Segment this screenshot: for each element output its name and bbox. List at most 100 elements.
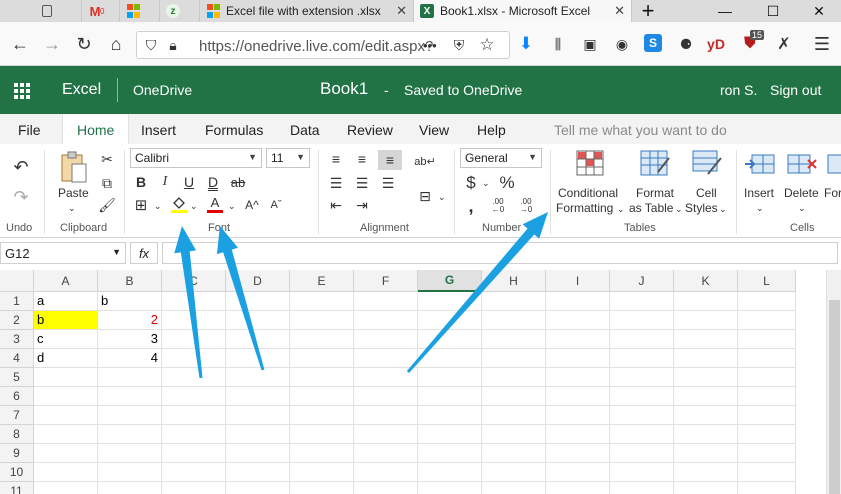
address-bar[interactable]: ⛉ 🔒︎ https://onedrive.live.com/edit.aspx… bbox=[136, 31, 510, 59]
tab-book1-active[interactable]: X Book1.xlsx - Microsoft Excel ✕ bbox=[414, 0, 632, 22]
paste-dropdown-icon[interactable]: ⌄ bbox=[68, 201, 76, 216]
chevron-down-icon[interactable]: ⌄ bbox=[617, 202, 625, 217]
chevron-down-icon[interactable]: ⌄ bbox=[482, 176, 490, 191]
cell-d4[interactable] bbox=[226, 349, 290, 368]
tab-microsoft[interactable] bbox=[120, 0, 160, 22]
column-header-l[interactable]: L bbox=[738, 270, 796, 292]
font-name-select[interactable]: Calibri ▼ bbox=[130, 148, 262, 168]
cell-d3[interactable] bbox=[226, 330, 290, 349]
cell-k8[interactable] bbox=[674, 425, 738, 444]
formula-input[interactable] bbox=[162, 242, 838, 264]
column-header-g[interactable]: G bbox=[418, 270, 482, 292]
cell-d10[interactable] bbox=[226, 463, 290, 482]
onedrive-link[interactable]: OneDrive bbox=[133, 82, 192, 98]
cell-g8[interactable] bbox=[418, 425, 482, 444]
cell-d11[interactable] bbox=[226, 482, 290, 494]
align-bottom-icon[interactable]: ≡ bbox=[378, 150, 402, 170]
column-header-a[interactable]: A bbox=[34, 270, 98, 292]
select-all-corner[interactable] bbox=[0, 270, 34, 292]
tab-gmail[interactable]: M 0 bbox=[82, 0, 120, 22]
cell-c7[interactable] bbox=[162, 406, 226, 425]
cell-g3[interactable] bbox=[418, 330, 482, 349]
align-center-icon[interactable]: ☰ bbox=[352, 174, 372, 192]
cell-l11[interactable] bbox=[738, 482, 796, 494]
increase-indent-icon[interactable]: ⇥ bbox=[352, 196, 372, 214]
tab-home[interactable]: Home bbox=[62, 114, 130, 144]
cell-c6[interactable] bbox=[162, 387, 226, 406]
chevron-down-icon[interactable]: ⌄ bbox=[190, 199, 198, 214]
cell-f3[interactable] bbox=[354, 330, 418, 349]
cell-e1[interactable] bbox=[290, 292, 354, 311]
cell-l1[interactable] bbox=[738, 292, 796, 311]
currency-button[interactable]: $ bbox=[462, 172, 480, 194]
cell-a5[interactable] bbox=[34, 368, 98, 387]
cell-g11[interactable] bbox=[418, 482, 482, 494]
row-header-3[interactable]: 3 bbox=[0, 330, 34, 349]
cell-a1[interactable]: a bbox=[34, 292, 98, 311]
back-icon[interactable]: ← bbox=[8, 32, 32, 56]
undo-icon[interactable]: ↶ bbox=[10, 156, 32, 178]
cell-k9[interactable] bbox=[674, 444, 738, 463]
cell-g2[interactable] bbox=[418, 311, 482, 330]
format-as-table-label-1[interactable]: Format bbox=[636, 186, 674, 201]
tab-data[interactable]: Data bbox=[290, 122, 320, 138]
cell-d5[interactable] bbox=[226, 368, 290, 387]
extension-dots-icon[interactable]: ⚈ bbox=[676, 34, 696, 54]
app-name[interactable]: Excel bbox=[62, 81, 101, 99]
cell-b3[interactable]: 3 bbox=[98, 330, 162, 349]
reload-icon[interactable]: ↻ bbox=[72, 32, 96, 56]
cell-l5[interactable] bbox=[738, 368, 796, 387]
sidebar-icon[interactable]: ▣ bbox=[580, 34, 600, 54]
align-top-icon[interactable]: ≡ bbox=[326, 150, 346, 168]
cell-i2[interactable] bbox=[546, 311, 610, 330]
align-left-icon[interactable]: ☰ bbox=[326, 174, 346, 192]
cell-h11[interactable] bbox=[482, 482, 546, 494]
cell-a4[interactable]: d bbox=[34, 349, 98, 368]
format-as-table-icon[interactable] bbox=[640, 150, 670, 176]
cell-b7[interactable] bbox=[98, 406, 162, 425]
cell-h8[interactable] bbox=[482, 425, 546, 444]
chevron-down-icon[interactable]: ⌄ bbox=[228, 199, 236, 214]
format-cells-icon[interactable] bbox=[826, 152, 841, 176]
cell-l7[interactable] bbox=[738, 406, 796, 425]
cell-a2[interactable]: b bbox=[34, 311, 98, 330]
cell-e7[interactable] bbox=[290, 406, 354, 425]
waffle-icon[interactable] bbox=[14, 83, 30, 99]
cell-k2[interactable] bbox=[674, 311, 738, 330]
cell-g7[interactable] bbox=[418, 406, 482, 425]
tab-formulas[interactable]: Formulas bbox=[205, 122, 263, 138]
cell-h10[interactable] bbox=[482, 463, 546, 482]
cell-i7[interactable] bbox=[546, 406, 610, 425]
insert-cells-icon[interactable] bbox=[744, 152, 776, 176]
page-actions-icon[interactable]: ••• bbox=[423, 38, 437, 53]
cell-c5[interactable] bbox=[162, 368, 226, 387]
cell-f6[interactable] bbox=[354, 387, 418, 406]
chevron-down-icon[interactable]: ⌄ bbox=[756, 201, 764, 216]
format-as-table-label-2[interactable]: as Table bbox=[629, 201, 673, 216]
cell-g4[interactable] bbox=[418, 349, 482, 368]
pocket-save-icon[interactable]: ⛨ bbox=[449, 35, 469, 55]
cell-h3[interactable] bbox=[482, 330, 546, 349]
extension-yd-icon[interactable]: yD bbox=[706, 34, 726, 54]
document-title[interactable]: Book1 bbox=[320, 79, 368, 99]
scrollbar-thumb[interactable] bbox=[829, 300, 840, 494]
cell-k4[interactable] bbox=[674, 349, 738, 368]
chevron-down-icon[interactable]: ⌄ bbox=[154, 199, 162, 214]
cell-i9[interactable] bbox=[546, 444, 610, 463]
cell-styles-label-1[interactable]: Cell bbox=[696, 186, 717, 201]
close-window-button[interactable]: ✕ bbox=[796, 0, 841, 22]
cell-f10[interactable] bbox=[354, 463, 418, 482]
cut-icon[interactable]: ✂ bbox=[98, 150, 116, 168]
double-underline-button[interactable]: D bbox=[204, 172, 222, 192]
cell-f8[interactable] bbox=[354, 425, 418, 444]
cell-d8[interactable] bbox=[226, 425, 290, 444]
redo-icon[interactable]: ↷ bbox=[10, 186, 32, 208]
cell-i6[interactable] bbox=[546, 387, 610, 406]
wrap-text-icon[interactable]: ab↵ bbox=[414, 150, 436, 172]
cell-l2[interactable] bbox=[738, 311, 796, 330]
cell-j1[interactable] bbox=[610, 292, 674, 311]
row-header-5[interactable]: 5 bbox=[0, 368, 34, 387]
column-header-d[interactable]: D bbox=[226, 270, 290, 292]
paste-icon[interactable] bbox=[58, 150, 90, 186]
cell-b6[interactable] bbox=[98, 387, 162, 406]
